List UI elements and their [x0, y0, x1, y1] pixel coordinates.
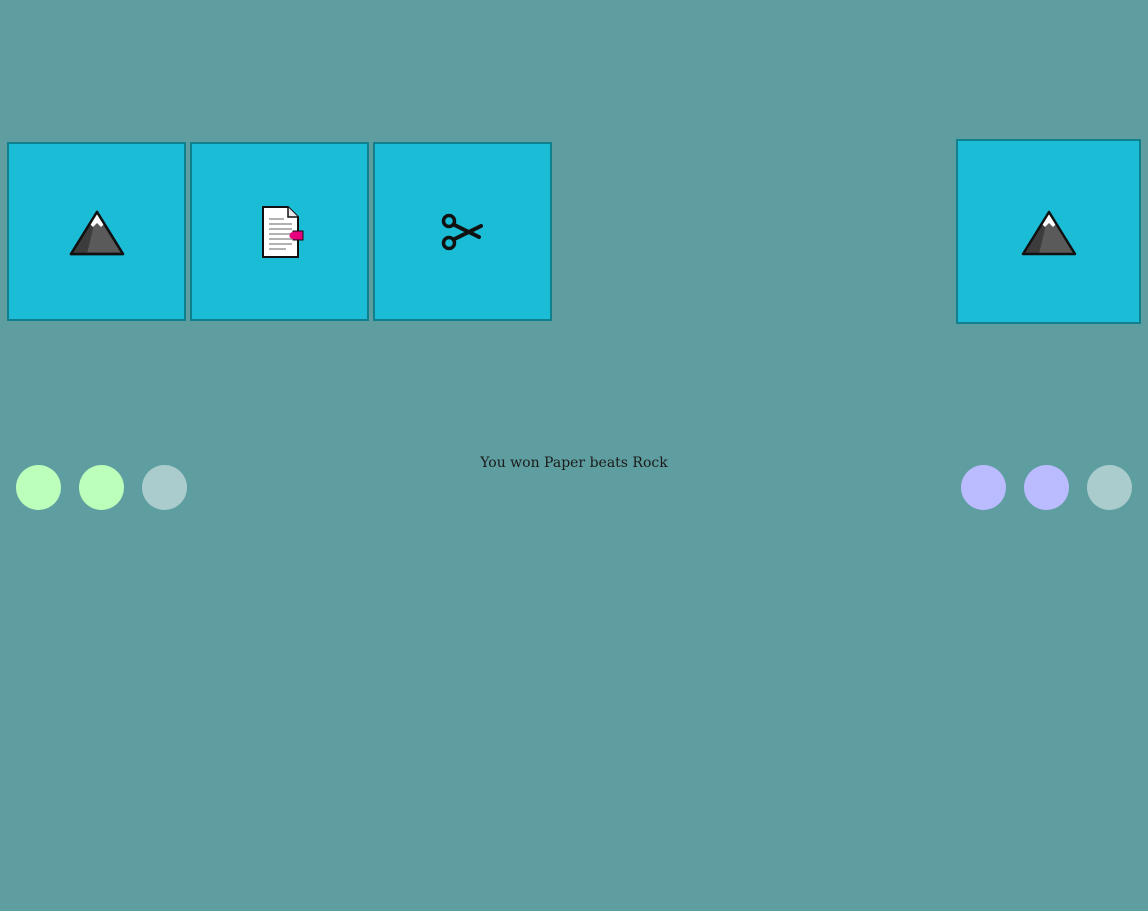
- player-life-indicator: [79, 465, 124, 510]
- scissors-icon: [441, 213, 483, 250]
- opponent-life-indicator: [1087, 465, 1132, 510]
- mountain-icon: [69, 210, 124, 255]
- player-life-indicator: [142, 465, 187, 510]
- player-life-indicator: [16, 465, 61, 510]
- opponent-life-indicator: [1024, 465, 1069, 510]
- scissors-choice-button[interactable]: [373, 142, 552, 321]
- mountain-icon: [1021, 210, 1076, 255]
- paper-choice-button[interactable]: [190, 142, 369, 321]
- page-icon: [261, 205, 303, 258]
- opponent-choice-card: [956, 139, 1141, 324]
- opponent-life-indicator: [961, 465, 1006, 510]
- rock-choice-button[interactable]: [7, 142, 186, 321]
